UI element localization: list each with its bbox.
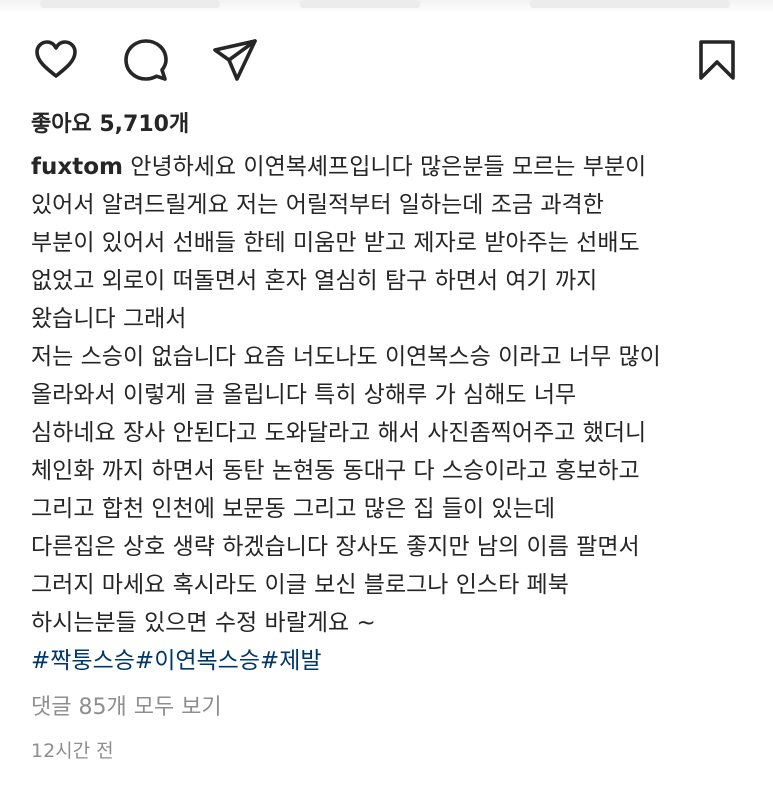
hashtag-link[interactable]: #제발 xyxy=(260,648,322,674)
caption-line: fuxtom 안녕하세요 이연복셰프입니다 많은분들 모르는 부분이 xyxy=(31,148,751,186)
caption-text: 안녕하세요 이연복셰프입니다 많은분들 모르는 부분이 xyxy=(130,154,647,180)
caption-line: 왔습니다 그래서 xyxy=(31,306,187,332)
post-username[interactable]: fuxtom xyxy=(31,154,123,180)
previous-content-edge xyxy=(0,0,773,14)
caption-line: 그리고 합천 인천에 보문동 그리고 많은 집 들이 있는데 xyxy=(31,496,556,522)
hashtag-link[interactable]: #짝퉁스승 xyxy=(31,648,135,674)
previous-content-fragment xyxy=(530,0,730,8)
caption-line: 체인화 까지 하면서 동탄 논현동 동대구 다 스승이라고 홍보하고 xyxy=(31,458,640,484)
heart-icon xyxy=(35,40,77,78)
caption-line: 다른집은 상호 생략 하겠습니다 장사도 좋지만 남의 이름 팔면서 xyxy=(31,534,640,560)
post-timestamp: 12시간 전 xyxy=(31,740,114,762)
view-all-comments-link[interactable]: 댓글 85개 모두 보기 xyxy=(31,690,222,726)
share-button[interactable] xyxy=(207,32,263,88)
caption-line: 심하네요 장사 안된다고 도와달라고 해서 사진좀찍어주고 했더니 xyxy=(31,420,647,446)
like-button[interactable] xyxy=(28,32,84,88)
caption-line: 그러지 마세요 혹시라도 이글 보신 블로그나 인스타 페북 xyxy=(31,572,569,598)
previous-content-fragment xyxy=(300,0,420,8)
caption-line: 있어서 알려드릴게요 저는 어릴적부터 일하는데 조금 과격한 xyxy=(31,192,604,218)
post-caption: fuxtom 안녕하세요 이연복셰프입니다 많은분들 모르는 부분이 있어서 알… xyxy=(31,148,751,680)
hashtag-link[interactable]: #이연복스승 xyxy=(135,648,260,674)
bookmark-icon xyxy=(699,40,735,80)
comment-button[interactable] xyxy=(118,32,174,88)
save-button[interactable] xyxy=(689,32,745,88)
comment-icon xyxy=(124,39,168,81)
share-icon xyxy=(213,39,257,81)
hashtag-list: #짝퉁스승#이연복스승#제발 xyxy=(31,642,751,680)
previous-content-fragment xyxy=(40,0,220,8)
caption-line: 부분이 있어서 선배들 한테 미움만 받고 제자로 받아주는 선배도 xyxy=(31,230,640,256)
likes-count[interactable]: 좋아요 5,710개 xyxy=(31,108,189,142)
caption-line: 올라와서 이렇게 글 올립니다 특히 상해루 가 심해도 너무 xyxy=(31,382,577,408)
post-action-bar xyxy=(0,32,773,88)
caption-line: 저는 스승이 없습니다 요즘 너도나도 이연복스승 이라고 너무 많이 xyxy=(31,344,661,370)
caption-line: 하시는분들 있으면 수정 바랄게요 ~ xyxy=(31,610,376,636)
caption-line: 없었고 외로이 떠돌면서 혼자 열심히 탐구 하면서 여기 까지 xyxy=(31,268,598,294)
